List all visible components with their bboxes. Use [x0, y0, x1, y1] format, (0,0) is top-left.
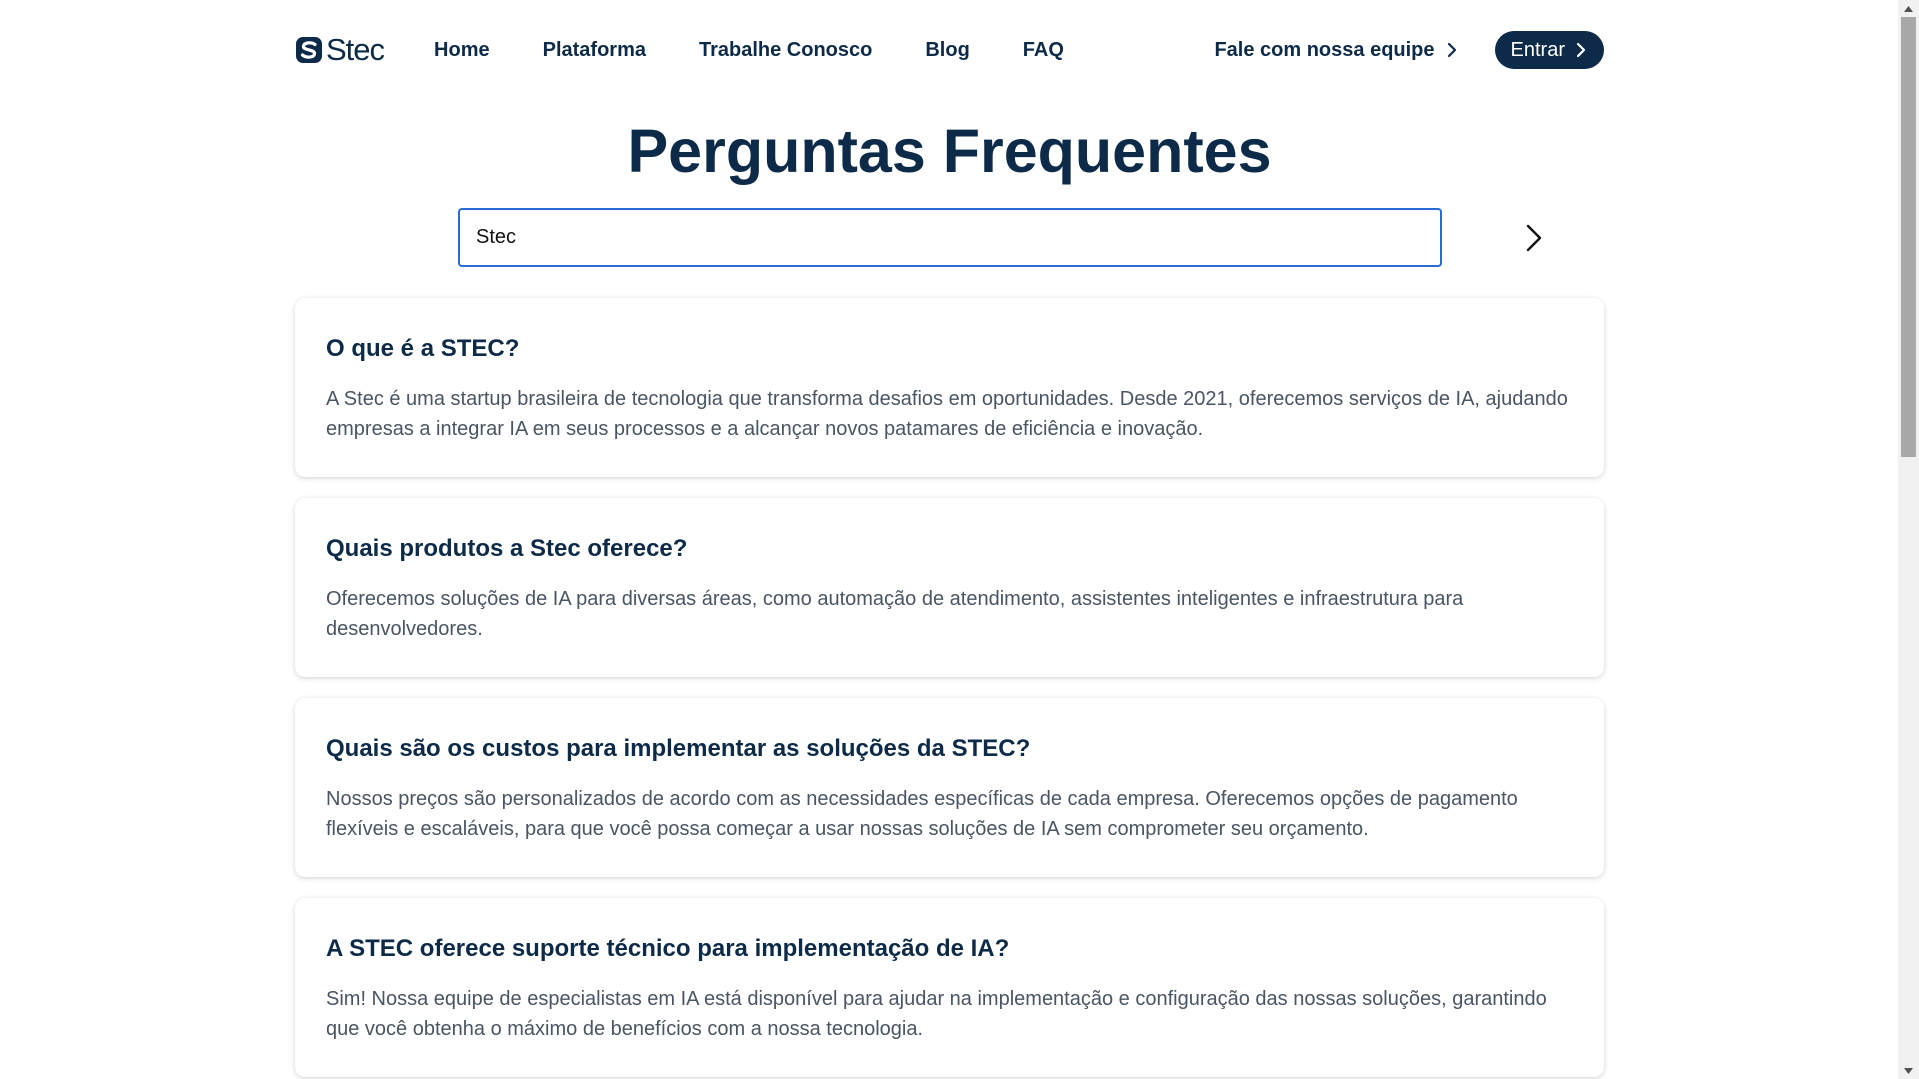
scroll-up-arrow-icon[interactable]	[1898, 0, 1919, 17]
faq-answer: Oferecemos soluções de IA para diversas …	[326, 588, 1464, 640]
nav-actions: Fale com nossa equipe Entrar	[1214, 31, 1604, 69]
nav-link-plataforma[interactable]: Plataforma	[543, 39, 646, 62]
faq-answer: A Stec é uma startup brasileira de tecno…	[326, 388, 1568, 440]
faq-question: Quais produtos a Stec oferece?	[326, 535, 688, 562]
brand-logo[interactable]: Stec	[295, 32, 385, 68]
faq-search-input[interactable]	[458, 208, 1442, 267]
vertical-scrollbar[interactable]	[1898, 0, 1919, 1079]
nav-links: Home Plataforma Trabalhe Conosco Blog FA…	[434, 39, 1117, 62]
nav-link-home[interactable]: Home	[434, 39, 490, 62]
login-button-label: Entrar	[1510, 38, 1565, 61]
brand-name: Stec	[326, 32, 385, 67]
chevron-right-icon	[1447, 42, 1456, 58]
faq-question: Quais são os custos para implementar as …	[326, 735, 1031, 762]
chevron-right-icon	[1576, 42, 1586, 58]
chevron-right-icon	[1526, 224, 1542, 252]
scroll-down-arrow-icon[interactable]	[1898, 1062, 1919, 1079]
faq-answer: Nossos preços são personalizados de acor…	[326, 788, 1518, 840]
stec-logo-icon	[296, 37, 322, 63]
nav-link-blog[interactable]: Blog	[925, 39, 969, 62]
login-button[interactable]: Entrar	[1494, 31, 1604, 69]
scrollbar-thumb[interactable]	[1901, 17, 1916, 457]
faq-item[interactable]: Quais são os custos para implementar as …	[295, 698, 1604, 877]
triangle-down-icon	[1904, 1067, 1913, 1074]
page-title: Perguntas Frequentes	[627, 117, 1272, 185]
faq-answer: Sim! Nossa equipe de especialistas em IA…	[326, 988, 1547, 1040]
faq-item[interactable]: A STEC oferece suporte técnico para impl…	[295, 898, 1604, 1077]
contact-team-link[interactable]: Fale com nossa equipe	[1214, 39, 1456, 62]
nav-link-faq[interactable]: FAQ	[1023, 39, 1064, 62]
page-viewport: Stec Home Plataforma Trabalhe Conosco Bl…	[0, 0, 1898, 1079]
faq-question: A STEC oferece suporte técnico para impl…	[326, 935, 1010, 962]
main-container: Stec Home Plataforma Trabalhe Conosco Bl…	[295, 0, 1604, 1077]
triangle-up-icon	[1904, 5, 1913, 12]
top-navbar: Stec Home Plataforma Trabalhe Conosco Bl…	[295, 0, 1604, 100]
faq-question: O que é a STEC?	[326, 335, 520, 362]
faq-list: O que é a STEC? A Stec é uma startup bra…	[295, 298, 1604, 1079]
contact-team-label: Fale com nossa equipe	[1214, 38, 1435, 61]
faq-search-bar	[458, 208, 1542, 268]
search-submit-button[interactable]	[1518, 222, 1550, 254]
nav-link-trabalhe-conosco[interactable]: Trabalhe Conosco	[699, 39, 872, 62]
browser-page: Stec Home Plataforma Trabalhe Conosco Bl…	[0, 0, 1919, 1079]
faq-item[interactable]: O que é a STEC? A Stec é uma startup bra…	[295, 298, 1604, 477]
faq-item[interactable]: Quais produtos a Stec oferece? Oferecemo…	[295, 498, 1604, 677]
